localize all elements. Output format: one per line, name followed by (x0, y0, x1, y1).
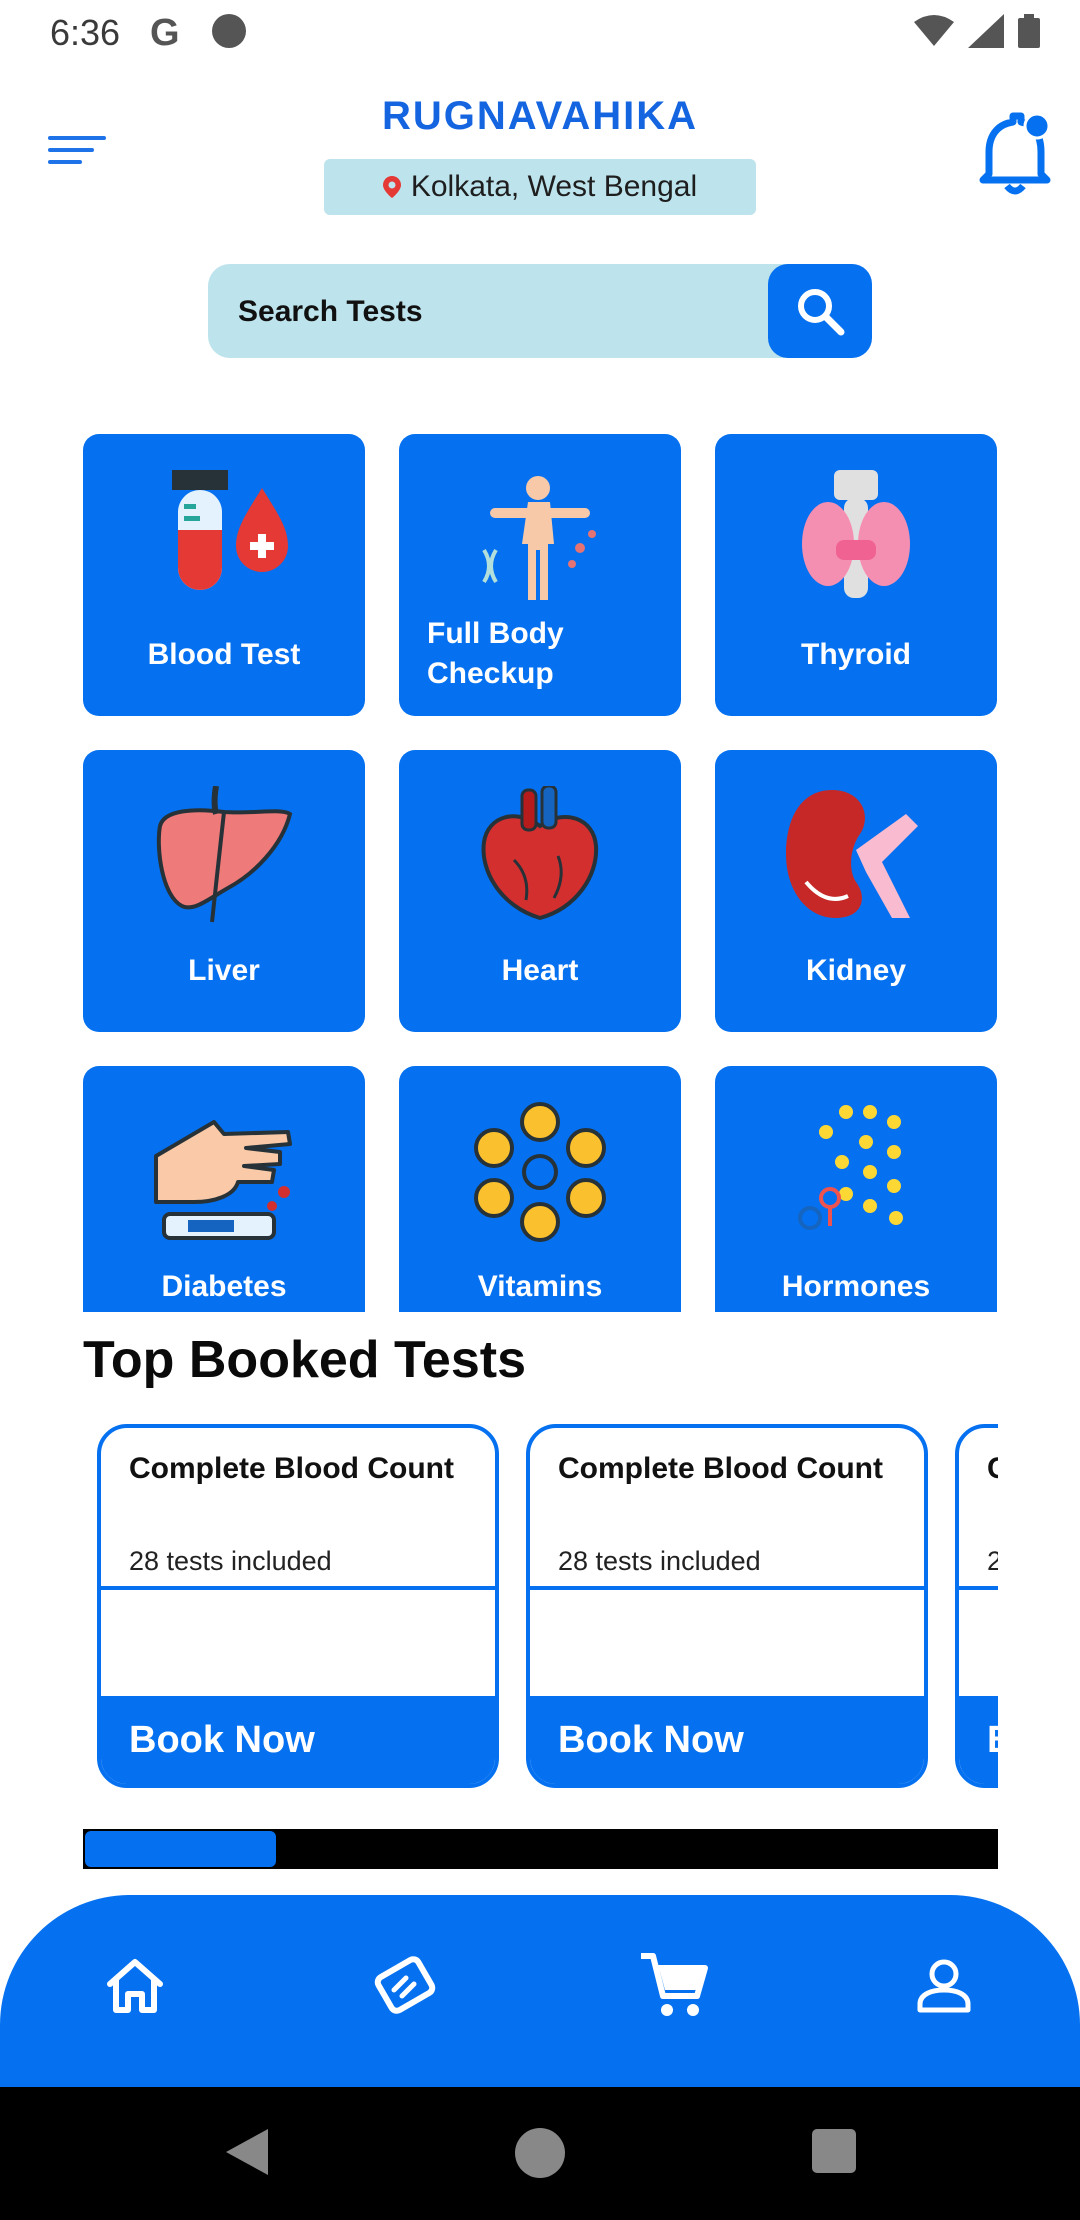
test-name: Complete Blood Count (129, 1452, 454, 1485)
category-kidney[interactable]: Kidney (715, 750, 997, 1032)
category-label: Heart (501, 954, 579, 987)
card-divider (101, 1586, 495, 1590)
recents-icon[interactable] (812, 2129, 856, 2173)
status-time: 6:36 (50, 12, 121, 53)
category-liver[interactable]: Liver (83, 750, 365, 1032)
search-button[interactable] (768, 264, 872, 358)
category-label: Liver (188, 954, 260, 987)
card-divider (530, 1586, 924, 1590)
test-count: 28 tests included (558, 1546, 761, 1576)
thyroid-icon (802, 470, 910, 598)
status-bar: 6:36 G (0, 0, 1080, 66)
home-icon (107, 1959, 163, 2013)
signal-icon (968, 14, 1004, 48)
blood-test-icon (172, 470, 288, 590)
liver-icon (156, 786, 293, 923)
location-selector[interactable]: Kolkata, West Bengal (324, 159, 756, 215)
category-label: Kidney (805, 954, 907, 987)
nav-deals[interactable] (365, 1945, 445, 2025)
nav-cart[interactable] (634, 1945, 714, 2025)
category-label: Diabetes (161, 1270, 287, 1303)
location-pin-icon (382, 176, 401, 198)
heart-icon (481, 786, 599, 921)
system-icons (914, 14, 1040, 48)
handshake-icon (374, 1956, 436, 2014)
wifi-icon (914, 15, 954, 46)
search-icon (798, 289, 845, 336)
kidney-icon (786, 790, 918, 918)
notification-bell-icon[interactable] (975, 108, 1055, 198)
book-now-button[interactable]: Book Now (959, 1696, 998, 1784)
app-logo: RUGNAVAHIKA (381, 94, 699, 138)
scrollbar-thumb[interactable] (85, 1831, 276, 1867)
category-full-body-checkup[interactable]: Full Body Checkup (399, 434, 681, 716)
profile-icon (917, 1959, 971, 2013)
bottom-nav (0, 1895, 1080, 2087)
category-label: Vitamins (477, 1270, 603, 1303)
test-card[interactable]: Complete Blood Count 28 tests included B… (526, 1424, 928, 1788)
book-now-button[interactable]: Book Now (530, 1696, 924, 1784)
test-card[interactable]: Complete Blood Count 28 tests included B… (97, 1424, 499, 1788)
google-icon: G (150, 12, 180, 54)
category-blood-test[interactable]: Blood Test (83, 434, 365, 716)
menu-icon[interactable] (48, 136, 108, 166)
card-divider (959, 1586, 998, 1590)
test-count: 28 tests included (987, 1546, 998, 1577)
category-label: Hormones (781, 1270, 931, 1303)
test-name: Complete Blood Count (558, 1452, 883, 1485)
category-label: Blood Test (147, 638, 301, 671)
category-thyroid[interactable]: Thyroid (715, 434, 997, 716)
search-bar (208, 264, 872, 360)
book-now-button[interactable]: Book Now (101, 1696, 495, 1784)
battery-icon (1018, 14, 1040, 48)
search-input[interactable] (236, 264, 760, 360)
hormones-icon (798, 1105, 903, 1230)
category-heart[interactable]: Heart (399, 750, 681, 1032)
top-booked-title: Top Booked Tests (83, 1331, 526, 1389)
category-label: Full Body Checkup (427, 617, 564, 690)
carousel-scrollbar[interactable] (83, 1829, 998, 1869)
category-diabetes[interactable]: Diabetes (83, 1066, 365, 1312)
nav-home[interactable] (95, 1945, 175, 2025)
category-hormones[interactable]: Hormones (715, 1066, 997, 1312)
test-card[interactable]: Complete Blood Count 28 tests included B… (955, 1424, 998, 1788)
app-notification-icon (212, 14, 246, 48)
full-body-icon (482, 476, 596, 600)
home-button-icon[interactable] (514, 2127, 566, 2179)
nav-profile[interactable] (904, 1945, 984, 2025)
category-grid: Blood Test Full Body Checkup Thyroid Liv… (83, 434, 998, 1312)
vitamins-icon (474, 1102, 606, 1242)
back-icon[interactable] (222, 2125, 272, 2179)
test-count: 28 tests included (129, 1546, 332, 1576)
top-booked-carousel[interactable]: Complete Blood Count 28 tests included B… (83, 1420, 998, 1790)
location-text: Kolkata, West Bengal (410, 170, 698, 203)
system-nav-bar (0, 2087, 1080, 2220)
category-vitamins[interactable]: Vitamins (399, 1066, 681, 1312)
category-label: Thyroid (801, 638, 911, 671)
test-name: Complete Blood Count (987, 1446, 998, 1492)
cart-icon (641, 1953, 708, 2016)
diabetes-icon (154, 1120, 292, 1240)
